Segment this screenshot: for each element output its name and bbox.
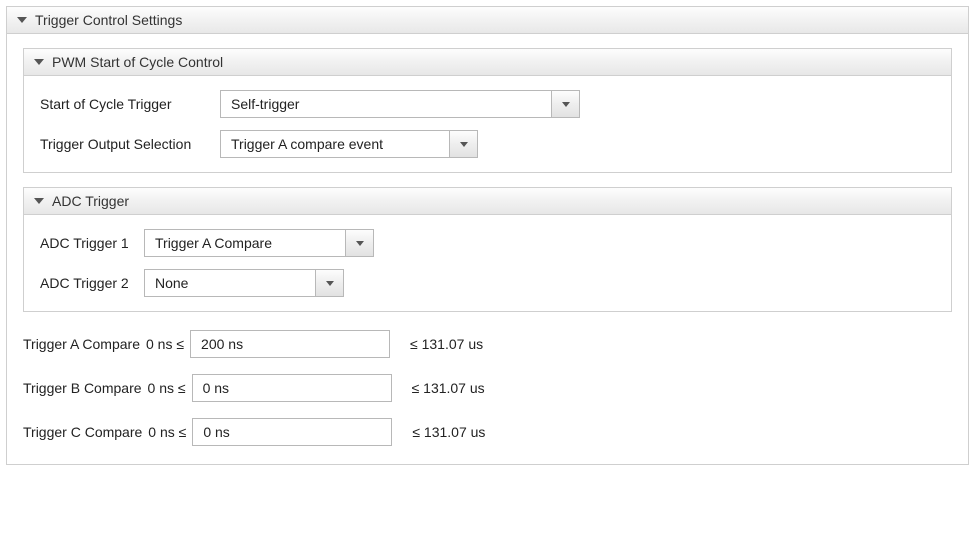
adc-body: ADC Trigger 1 Trigger A Compare ADC Trig… bbox=[24, 215, 951, 311]
trigger-b-compare-max: ≤ 131.07 us bbox=[412, 380, 485, 396]
disclosure-triangle-icon bbox=[34, 59, 44, 65]
pwm-body: Start of Cycle Trigger Self-trigger Trig… bbox=[24, 76, 951, 172]
adc-trigger-1-label: ADC Trigger 1 bbox=[40, 235, 144, 251]
dropdown-button[interactable] bbox=[315, 270, 343, 296]
adc-trigger-1-dropdown[interactable]: Trigger A Compare bbox=[144, 229, 374, 257]
start-of-cycle-trigger-row: Start of Cycle Trigger Self-trigger bbox=[40, 90, 935, 118]
dropdown-value: None bbox=[145, 270, 315, 296]
trigger-output-selection-label: Trigger Output Selection bbox=[40, 136, 220, 152]
dropdown-value: Self-trigger bbox=[221, 91, 551, 117]
trigger-output-selection-dropdown[interactable]: Trigger A compare event bbox=[220, 130, 478, 158]
disclosure-triangle-icon bbox=[34, 198, 44, 204]
trigger-a-compare-min: 0 ns ≤ bbox=[146, 336, 184, 352]
trigger-c-compare-row: Trigger C Compare 0 ns ≤ ≤ 131.07 us bbox=[23, 418, 952, 446]
trigger-control-settings-header[interactable]: Trigger Control Settings bbox=[7, 7, 968, 34]
dropdown-value: Trigger A Compare bbox=[145, 230, 345, 256]
dropdown-button[interactable] bbox=[449, 131, 477, 157]
trigger-c-compare-input[interactable] bbox=[192, 418, 392, 446]
chevron-down-icon bbox=[460, 142, 468, 147]
trigger-a-compare-max: ≤ 131.07 us bbox=[410, 336, 483, 352]
trigger-b-compare-input[interactable] bbox=[192, 374, 392, 402]
panel-title: Trigger Control Settings bbox=[35, 12, 182, 28]
trigger-c-compare-min: 0 ns ≤ bbox=[148, 424, 186, 440]
trigger-c-compare-label: Trigger C Compare bbox=[23, 424, 142, 440]
subpanel-title: PWM Start of Cycle Control bbox=[52, 54, 223, 70]
trigger-b-compare-label: Trigger B Compare bbox=[23, 380, 142, 396]
dropdown-value: Trigger A compare event bbox=[221, 131, 449, 157]
trigger-a-compare-row: Trigger A Compare 0 ns ≤ ≤ 131.07 us bbox=[23, 330, 952, 358]
subpanel-title: ADC Trigger bbox=[52, 193, 129, 209]
chevron-down-icon bbox=[356, 241, 364, 246]
adc-trigger-2-label: ADC Trigger 2 bbox=[40, 275, 144, 291]
trigger-output-selection-row: Trigger Output Selection Trigger A compa… bbox=[40, 130, 935, 158]
trigger-a-compare-label: Trigger A Compare bbox=[23, 336, 140, 352]
dropdown-button[interactable] bbox=[345, 230, 373, 256]
start-of-cycle-trigger-dropdown[interactable]: Self-trigger bbox=[220, 90, 580, 118]
trigger-a-compare-input[interactable] bbox=[190, 330, 390, 358]
adc-trigger-header[interactable]: ADC Trigger bbox=[24, 188, 951, 215]
trigger-control-settings-panel: Trigger Control Settings PWM Start of Cy… bbox=[6, 6, 969, 465]
trigger-control-settings-body: PWM Start of Cycle Control Start of Cycl… bbox=[7, 34, 968, 464]
dropdown-button[interactable] bbox=[551, 91, 579, 117]
adc-trigger-panel: ADC Trigger ADC Trigger 1 Trigger A Comp… bbox=[23, 187, 952, 312]
adc-trigger-2-dropdown[interactable]: None bbox=[144, 269, 344, 297]
pwm-start-of-cycle-header[interactable]: PWM Start of Cycle Control bbox=[24, 49, 951, 76]
trigger-b-compare-min: 0 ns ≤ bbox=[148, 380, 186, 396]
adc-trigger-2-row: ADC Trigger 2 None bbox=[40, 269, 935, 297]
chevron-down-icon bbox=[326, 281, 334, 286]
trigger-b-compare-row: Trigger B Compare 0 ns ≤ ≤ 131.07 us bbox=[23, 374, 952, 402]
trigger-compare-section: Trigger A Compare 0 ns ≤ ≤ 131.07 us Tri… bbox=[23, 326, 952, 446]
trigger-c-compare-max: ≤ 131.07 us bbox=[412, 424, 485, 440]
chevron-down-icon bbox=[562, 102, 570, 107]
adc-trigger-1-row: ADC Trigger 1 Trigger A Compare bbox=[40, 229, 935, 257]
disclosure-triangle-icon bbox=[17, 17, 27, 23]
pwm-start-of-cycle-panel: PWM Start of Cycle Control Start of Cycl… bbox=[23, 48, 952, 173]
start-of-cycle-trigger-label: Start of Cycle Trigger bbox=[40, 96, 220, 112]
